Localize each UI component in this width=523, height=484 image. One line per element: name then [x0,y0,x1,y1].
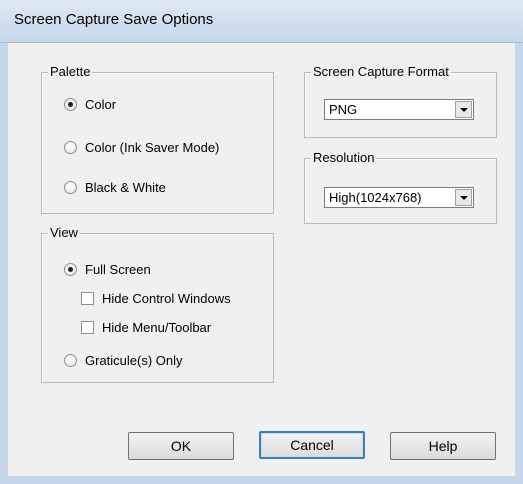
palette-ink-saver-radio[interactable]: Color (Ink Saver Mode) [64,140,219,155]
chevron-down-icon[interactable] [455,101,472,118]
palette-black-white-label: Black & White [85,180,166,195]
hide-menu-toolbar-checkbox[interactable]: Hide Menu/Toolbar [81,320,211,335]
cancel-button[interactable]: Cancel [259,431,365,459]
radio-unselected-icon [64,181,77,194]
resolution-group-label: Resolution [311,150,377,166]
resolution-selected-value: High(1024x768) [329,190,422,205]
radio-unselected-icon [64,354,77,367]
hide-menu-toolbar-label: Hide Menu/Toolbar [102,320,212,335]
palette-black-white-radio[interactable]: Black & White [64,180,166,195]
view-full-screen-radio[interactable]: Full Screen [64,262,151,277]
format-group-label: Screen Capture Format [311,64,451,80]
ok-button[interactable]: OK [128,432,234,460]
resolution-dropdown[interactable]: High(1024x768) [324,187,474,208]
radio-selected-icon [64,263,77,276]
window-frame-bottom [0,476,523,484]
window-frame-right [515,43,523,484]
radio-unselected-icon [64,141,77,154]
checkbox-unchecked-icon [81,321,94,334]
format-dropdown[interactable]: PNG [324,99,474,120]
view-graticule-only-radio[interactable]: Graticule(s) Only [64,353,183,368]
format-selected-value: PNG [329,102,358,117]
view-graticule-only-label: Graticule(s) Only [85,353,183,368]
palette-ink-saver-label: Color (Ink Saver Mode) [85,140,220,155]
palette-color-label: Color [85,97,117,112]
checkbox-unchecked-icon [81,292,94,305]
help-button[interactable]: Help [390,432,496,460]
radio-selected-icon [64,98,77,111]
chevron-down-icon[interactable] [455,189,472,206]
hide-control-windows-checkbox[interactable]: Hide Control Windows [81,291,231,306]
window-frame-left [0,43,8,484]
hide-control-windows-label: Hide Control Windows [102,291,231,306]
title-bar: Screen Capture Save Options [0,0,523,43]
palette-color-radio[interactable]: Color [64,97,116,112]
palette-group-label: Palette [48,64,93,80]
window-title: Screen Capture Save Options [14,11,214,28]
view-full-screen-label: Full Screen [85,262,151,277]
view-group-label: View [48,225,80,241]
